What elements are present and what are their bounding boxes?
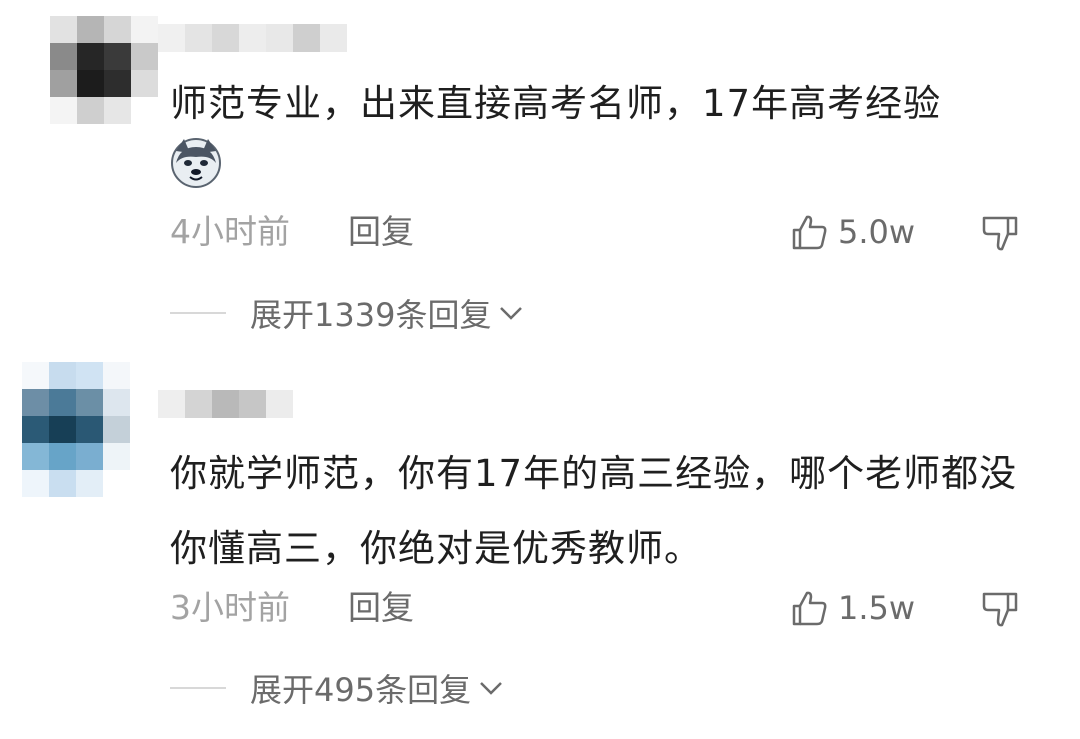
comment-time: 4小时前 [170,212,290,251]
expand-replies-label: 展开1339条回复 [250,296,492,334]
thumbs-down-icon [982,592,1018,627]
like-button[interactable]: 1.5w [790,588,915,628]
reply-button[interactable]: 回复 [348,588,414,628]
dog-sticker-icon [170,137,222,189]
comment-time: 3小时前 [170,588,290,627]
dislike-button[interactable] [980,590,1020,639]
chevron-down-icon [500,307,523,320]
dislike-button[interactable] [980,214,1020,263]
expand-replies-label: 展开495条回复 [250,671,472,709]
comment-item: 你就学师范，你有17年的高三经验，哪个老师都没你懂高三，你绝对是优秀教师。 3小… [0,360,1080,739]
divider-line [170,687,226,689]
reply-button[interactable]: 回复 [348,212,414,252]
username-pixelated[interactable] [158,390,293,418]
like-count: 5.0w [838,213,916,251]
avatar-bottom-edge [22,470,130,497]
expand-replies-button[interactable]: 展开495条回复 [170,668,505,709]
thumbs-down-icon [982,216,1018,251]
comment-text: 师范专业，出来直接高考名师，17年高考经验 [170,82,942,125]
comment-meta: 4小时前 回复 5.0w [170,212,1020,252]
thumbs-up-icon [792,591,827,626]
like-count: 1.5w [838,589,916,627]
divider-line [170,312,226,314]
comment-item: 师范专业，出来直接高考名师，17年高考经验 4小时前 回复 5.0w 展开133… [0,0,1080,360]
thumbs-up-icon [792,215,827,250]
avatar[interactable] [50,16,158,124]
like-button[interactable]: 5.0w [790,212,915,252]
expand-replies-button[interactable]: 展开1339条回复 [170,293,525,334]
username-pixelated[interactable] [158,24,347,52]
comment-text: 你就学师范，你有17年的高三经验，哪个老师都没你懂高三，你绝对是优秀教师。 [170,452,1018,570]
comment-meta: 3小时前 回复 1.5w [170,588,1020,628]
avatar[interactable] [22,362,130,470]
chevron-down-icon [480,682,502,695]
